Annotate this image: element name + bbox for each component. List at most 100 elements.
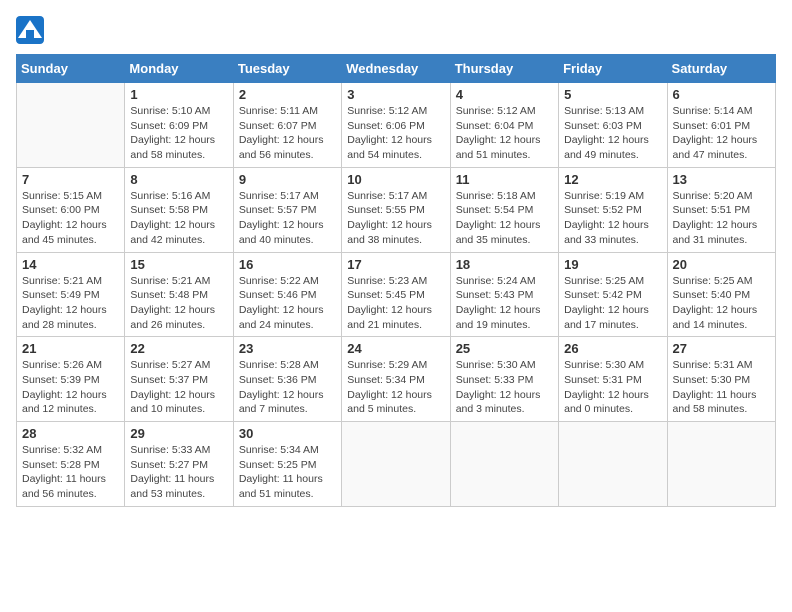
calendar-day-header: Wednesday <box>342 55 450 83</box>
day-info: Sunrise: 5:29 AMSunset: 5:34 PMDaylight:… <box>347 358 444 417</box>
calendar-cell: 6 Sunrise: 5:14 AMSunset: 6:01 PMDaylight… <box>667 83 775 168</box>
day-info: Sunrise: 5:17 AMSunset: 5:55 PMDaylight:… <box>347 189 444 248</box>
calendar-week-row: 28 Sunrise: 5:32 AMSunset: 5:28 PMDayligh… <box>17 422 776 507</box>
day-info: Sunrise: 5:21 AMSunset: 5:49 PMDaylight:… <box>22 274 119 333</box>
day-info: Sunrise: 5:10 AMSunset: 6:09 PMDaylight:… <box>130 104 227 163</box>
day-number: 21 <box>22 341 119 356</box>
day-number: 9 <box>239 172 336 187</box>
calendar-cell: 1 Sunrise: 5:10 AMSunset: 6:09 PMDaylight… <box>125 83 233 168</box>
day-number: 11 <box>456 172 553 187</box>
calendar-cell: 21 Sunrise: 5:26 AMSunset: 5:39 PMDayligh… <box>17 337 125 422</box>
calendar-cell <box>667 422 775 507</box>
day-info: Sunrise: 5:19 AMSunset: 5:52 PMDaylight:… <box>564 189 661 248</box>
day-info: Sunrise: 5:17 AMSunset: 5:57 PMDaylight:… <box>239 189 336 248</box>
day-info: Sunrise: 5:24 AMSunset: 5:43 PMDaylight:… <box>456 274 553 333</box>
calendar-cell: 28 Sunrise: 5:32 AMSunset: 5:28 PMDayligh… <box>17 422 125 507</box>
calendar-cell: 11 Sunrise: 5:18 AMSunset: 5:54 PMDayligh… <box>450 167 558 252</box>
day-number: 29 <box>130 426 227 441</box>
calendar-cell: 10 Sunrise: 5:17 AMSunset: 5:55 PMDayligh… <box>342 167 450 252</box>
day-info: Sunrise: 5:14 AMSunset: 6:01 PMDaylight:… <box>673 104 770 163</box>
calendar-header-row: SundayMondayTuesdayWednesdayThursdayFrid… <box>17 55 776 83</box>
day-info: Sunrise: 5:16 AMSunset: 5:58 PMDaylight:… <box>130 189 227 248</box>
day-info: Sunrise: 5:26 AMSunset: 5:39 PMDaylight:… <box>22 358 119 417</box>
calendar-week-row: 21 Sunrise: 5:26 AMSunset: 5:39 PMDayligh… <box>17 337 776 422</box>
calendar-cell <box>450 422 558 507</box>
day-info: Sunrise: 5:12 AMSunset: 6:04 PMDaylight:… <box>456 104 553 163</box>
day-number: 19 <box>564 257 661 272</box>
day-info: Sunrise: 5:28 AMSunset: 5:36 PMDaylight:… <box>239 358 336 417</box>
calendar-day-header: Thursday <box>450 55 558 83</box>
day-number: 27 <box>673 341 770 356</box>
calendar-day-header: Tuesday <box>233 55 341 83</box>
day-info: Sunrise: 5:18 AMSunset: 5:54 PMDaylight:… <box>456 189 553 248</box>
day-number: 23 <box>239 341 336 356</box>
calendar-day-header: Sunday <box>17 55 125 83</box>
day-number: 3 <box>347 87 444 102</box>
calendar-cell: 23 Sunrise: 5:28 AMSunset: 5:36 PMDayligh… <box>233 337 341 422</box>
calendar-cell: 8Sunrise: 5:16 AMSunset: 5:58 PMDaylight… <box>125 167 233 252</box>
day-number: 5 <box>564 87 661 102</box>
calendar-cell: 22 Sunrise: 5:27 AMSunset: 5:37 PMDayligh… <box>125 337 233 422</box>
day-info: Sunrise: 5:23 AMSunset: 5:45 PMDaylight:… <box>347 274 444 333</box>
calendar-cell: 20Sunrise: 5:25 AMSunset: 5:40 PMDayligh… <box>667 252 775 337</box>
day-number: 7 <box>22 172 119 187</box>
day-info: Sunrise: 5:25 AMSunset: 5:42 PMDaylight:… <box>564 274 661 333</box>
calendar-cell: 30 Sunrise: 5:34 AMSunset: 5:25 PMDayligh… <box>233 422 341 507</box>
day-number: 2 <box>239 87 336 102</box>
day-info: Sunrise: 5:32 AMSunset: 5:28 PMDaylight:… <box>22 443 119 502</box>
day-info: Sunrise: 5:33 AMSunset: 5:27 PMDaylight:… <box>130 443 227 502</box>
day-number: 12 <box>564 172 661 187</box>
calendar-cell: 5 Sunrise: 5:13 AMSunset: 6:03 PMDaylight… <box>559 83 667 168</box>
calendar-cell: 29 Sunrise: 5:33 AMSunset: 5:27 PMDayligh… <box>125 422 233 507</box>
calendar-week-row: 14 Sunrise: 5:21 AMSunset: 5:49 PMDayligh… <box>17 252 776 337</box>
calendar-week-row: 7 Sunrise: 5:15 AMSunset: 6:00 PMDaylight… <box>17 167 776 252</box>
calendar-cell: 18 Sunrise: 5:24 AMSunset: 5:43 PMDayligh… <box>450 252 558 337</box>
day-number: 30 <box>239 426 336 441</box>
day-number: 15 <box>130 257 227 272</box>
day-number: 10 <box>347 172 444 187</box>
page-header <box>16 16 776 44</box>
calendar-cell: 7 Sunrise: 5:15 AMSunset: 6:00 PMDaylight… <box>17 167 125 252</box>
day-number: 26 <box>564 341 661 356</box>
calendar-cell <box>559 422 667 507</box>
logo-icon <box>16 16 44 44</box>
calendar-cell: 16 Sunrise: 5:22 AMSunset: 5:46 PMDayligh… <box>233 252 341 337</box>
calendar-day-header: Friday <box>559 55 667 83</box>
calendar-cell: 13 Sunrise: 5:20 AMSunset: 5:51 PMDayligh… <box>667 167 775 252</box>
calendar-cell: 14 Sunrise: 5:21 AMSunset: 5:49 PMDayligh… <box>17 252 125 337</box>
day-info: Sunrise: 5:15 AMSunset: 6:00 PMDaylight:… <box>22 189 119 248</box>
day-number: 6 <box>673 87 770 102</box>
day-info: Sunrise: 5:31 AMSunset: 5:30 PMDaylight:… <box>673 358 770 417</box>
day-info: Sunrise: 5:34 AMSunset: 5:25 PMDaylight:… <box>239 443 336 502</box>
calendar-cell <box>17 83 125 168</box>
day-number: 17 <box>347 257 444 272</box>
calendar-cell: 26Sunrise: 5:30 AMSunset: 5:31 PMDayligh… <box>559 337 667 422</box>
day-info: Sunrise: 5:13 AMSunset: 6:03 PMDaylight:… <box>564 104 661 163</box>
calendar-table: SundayMondayTuesdayWednesdayThursdayFrid… <box>16 54 776 507</box>
day-number: 13 <box>673 172 770 187</box>
day-number: 14 <box>22 257 119 272</box>
calendar-day-header: Saturday <box>667 55 775 83</box>
calendar-week-row: 1 Sunrise: 5:10 AMSunset: 6:09 PMDaylight… <box>17 83 776 168</box>
day-info: Sunrise: 5:27 AMSunset: 5:37 PMDaylight:… <box>130 358 227 417</box>
day-number: 18 <box>456 257 553 272</box>
day-info: Sunrise: 5:22 AMSunset: 5:46 PMDaylight:… <box>239 274 336 333</box>
day-number: 1 <box>130 87 227 102</box>
calendar-cell: 15 Sunrise: 5:21 AMSunset: 5:48 PMDayligh… <box>125 252 233 337</box>
calendar-cell: 3Sunrise: 5:12 AMSunset: 6:06 PMDaylight… <box>342 83 450 168</box>
day-info: Sunrise: 5:30 AMSunset: 5:33 PMDaylight:… <box>456 358 553 417</box>
calendar-cell: 9 Sunrise: 5:17 AMSunset: 5:57 PMDaylight… <box>233 167 341 252</box>
day-info: Sunrise: 5:20 AMSunset: 5:51 PMDaylight:… <box>673 189 770 248</box>
calendar-cell: 17 Sunrise: 5:23 AMSunset: 5:45 PMDayligh… <box>342 252 450 337</box>
calendar-cell: 2 Sunrise: 5:11 AMSunset: 6:07 PMDaylight… <box>233 83 341 168</box>
day-number: 28 <box>22 426 119 441</box>
day-number: 22 <box>130 341 227 356</box>
calendar-cell: 25Sunrise: 5:30 AMSunset: 5:33 PMDayligh… <box>450 337 558 422</box>
calendar-cell <box>342 422 450 507</box>
calendar-day-header: Monday <box>125 55 233 83</box>
calendar-cell: 27 Sunrise: 5:31 AMSunset: 5:30 PMDayligh… <box>667 337 775 422</box>
day-info: Sunrise: 5:21 AMSunset: 5:48 PMDaylight:… <box>130 274 227 333</box>
day-info: Sunrise: 5:11 AMSunset: 6:07 PMDaylight:… <box>239 104 336 163</box>
day-number: 16 <box>239 257 336 272</box>
calendar-cell: 24Sunrise: 5:29 AMSunset: 5:34 PMDayligh… <box>342 337 450 422</box>
